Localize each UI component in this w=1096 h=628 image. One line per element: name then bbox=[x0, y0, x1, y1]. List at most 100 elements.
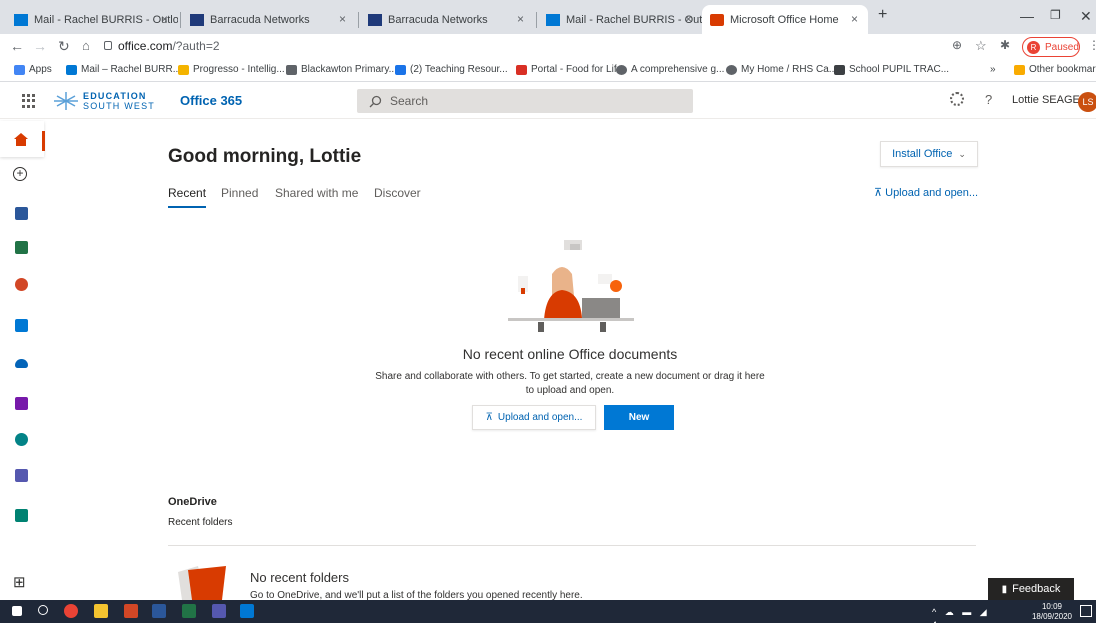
tab-label: Mail - Rachel BURRIS - Outlook bbox=[34, 13, 178, 26]
bookmark-progresso[interactable]: Progresso - Intellig... bbox=[178, 64, 285, 75]
reload-icon[interactable]: ↻ bbox=[58, 38, 70, 55]
upload-and-open-link[interactable]: ⊼ Upload and open... bbox=[874, 186, 978, 199]
bookmark-teaching-resources[interactable]: (2) Teaching Resour... bbox=[395, 64, 508, 75]
system-tray-icons[interactable]: ^ ☁ ▬ ◢ ◖ bbox=[932, 607, 992, 628]
add-extension-icon[interactable]: ⊕ bbox=[952, 38, 962, 52]
profile-avatar: R bbox=[1027, 40, 1040, 54]
user-name[interactable]: Lottie SEAGER bbox=[1012, 94, 1088, 106]
restore-icon[interactable]: ❐ bbox=[1050, 8, 1061, 22]
url-host: office.com bbox=[118, 39, 173, 53]
gear-icon[interactable] bbox=[950, 92, 964, 106]
close-icon[interactable]: × bbox=[339, 12, 346, 26]
new-tab-button[interactable]: + bbox=[878, 6, 887, 24]
powerpoint-icon[interactable] bbox=[15, 278, 28, 291]
sharepoint-icon[interactable] bbox=[15, 433, 28, 446]
browser-toolbar: ← → ↻ ⌂ office.com/?auth=2 ⊕ ☆ ✱ R Pause… bbox=[0, 34, 1096, 60]
teams-taskbar-icon[interactable] bbox=[212, 604, 226, 618]
notification-icon[interactable] bbox=[1080, 605, 1092, 617]
chrome-icon[interactable] bbox=[64, 604, 78, 618]
food-icon bbox=[516, 64, 527, 75]
bookmark-comprehensive[interactable]: A comprehensive g... bbox=[616, 64, 724, 75]
powerpoint-taskbar-icon[interactable] bbox=[124, 604, 138, 618]
lock-icon bbox=[104, 41, 112, 50]
profile-paused-button[interactable]: R Paused bbox=[1022, 37, 1080, 57]
home-icon[interactable]: ⌂ bbox=[82, 38, 90, 53]
bookmark-food-for-life[interactable]: Portal - Food for Life bbox=[516, 64, 622, 75]
tab-pinned[interactable]: Pinned bbox=[221, 186, 258, 200]
other-bookmarks[interactable]: Other bookmarks bbox=[1014, 64, 1096, 75]
file-explorer-icon[interactable] bbox=[94, 604, 108, 618]
empty-state-description: Share and collaborate with others. To ge… bbox=[375, 371, 765, 382]
extensions-icon[interactable]: ✱ bbox=[1000, 38, 1010, 52]
onenote-icon[interactable] bbox=[15, 397, 28, 410]
clock-date: 18/09/2020 bbox=[1031, 612, 1073, 621]
windows-taskbar: ^ ☁ ▬ ◢ ◖ 10:09 18/09/2020 bbox=[0, 600, 1096, 628]
menu-kebab-icon[interactable]: ⋮ bbox=[1088, 38, 1096, 52]
tab-label: Barracuda Networks bbox=[388, 13, 488, 26]
upload-and-open-button[interactable]: ⊼ Upload and open... bbox=[472, 405, 596, 430]
browser-tab-office-home[interactable]: Microsoft Office Home × bbox=[702, 5, 868, 34]
window-close-icon[interactable]: ✕ bbox=[1080, 8, 1092, 25]
upload-icon: ⊼ bbox=[874, 187, 883, 199]
excel-taskbar-icon[interactable] bbox=[182, 604, 196, 618]
progresso-icon bbox=[178, 64, 189, 75]
browser-tab-barracuda-2[interactable]: Barracuda Networks × bbox=[360, 5, 534, 34]
search-icon[interactable] bbox=[38, 605, 48, 615]
word-icon[interactable] bbox=[15, 207, 28, 220]
create-new-button[interactable]: + bbox=[13, 167, 27, 181]
globe-icon bbox=[726, 64, 737, 75]
browser-tab-outlook-1[interactable]: Mail - Rachel BURRIS - Outlook × bbox=[6, 5, 178, 34]
tab-discover[interactable]: Discover bbox=[374, 186, 421, 200]
search-input[interactable]: Search bbox=[357, 89, 693, 113]
address-bar[interactable]: office.com/?auth=2 bbox=[118, 39, 220, 53]
feedback-button[interactable]: ▮ Feedback bbox=[988, 578, 1074, 600]
bookmark-star-icon[interactable]: ☆ bbox=[975, 38, 987, 54]
tab-recent[interactable]: Recent bbox=[168, 186, 206, 200]
close-icon[interactable]: × bbox=[685, 12, 692, 26]
browser-tab-outlook-2[interactable]: Mail - Rachel BURRIS - Outlook × bbox=[538, 5, 702, 34]
taskbar-clock[interactable]: 10:09 18/09/2020 bbox=[1030, 602, 1074, 622]
snowflake-logo-icon bbox=[54, 92, 78, 110]
office-icon bbox=[710, 13, 724, 26]
teams-icon[interactable] bbox=[15, 469, 28, 482]
avatar[interactable]: LS bbox=[1078, 92, 1096, 112]
help-icon[interactable]: ? bbox=[985, 92, 992, 107]
recent-folders-heading: Recent folders bbox=[168, 517, 233, 528]
tab-shared-with-me[interactable]: Shared with me bbox=[275, 186, 358, 200]
app-title[interactable]: Office 365 bbox=[180, 93, 242, 108]
close-icon[interactable]: × bbox=[161, 12, 168, 26]
minimize-icon[interactable]: — bbox=[1020, 8, 1034, 24]
school-icon bbox=[286, 64, 297, 75]
excel-icon[interactable] bbox=[15, 241, 28, 254]
office-header: EDUCATION SOUTH WEST Office 365 Search ?… bbox=[0, 82, 1096, 119]
word-taskbar-icon[interactable] bbox=[152, 604, 166, 618]
org-logo[interactable]: EDUCATION SOUTH WEST bbox=[53, 89, 161, 113]
bookmark-blackawton[interactable]: Blackawton Primary... bbox=[286, 64, 397, 75]
new-document-button[interactable]: New bbox=[604, 405, 674, 430]
page-title: Good morning, Lottie bbox=[168, 146, 362, 167]
rail-home-button[interactable] bbox=[0, 121, 45, 157]
empty-state-description-2: to upload and open. bbox=[525, 385, 615, 396]
onedrive-section-title: OneDrive bbox=[168, 496, 217, 508]
outlook-icon bbox=[14, 13, 28, 26]
bookmark-rhs[interactable]: My Home / RHS Ca... bbox=[726, 64, 837, 75]
back-icon[interactable]: ← bbox=[10, 38, 24, 54]
folder-illustration bbox=[178, 566, 226, 600]
browser-tab-strip: Mail - Rachel BURRIS - Outlook × Barracu… bbox=[0, 0, 1096, 34]
app-launcher-icon[interactable] bbox=[22, 94, 36, 108]
install-office-button[interactable]: Install Office ⌄ bbox=[880, 141, 978, 167]
close-icon[interactable]: × bbox=[517, 12, 524, 26]
all-apps-icon[interactable]: ⊞ bbox=[13, 573, 26, 591]
close-icon[interactable]: × bbox=[851, 12, 858, 26]
forward-icon[interactable]: → bbox=[33, 38, 47, 54]
bookmark-pupil-tracker[interactable]: School PUPIL TRAC... bbox=[834, 64, 949, 75]
outlook-taskbar-icon[interactable] bbox=[240, 604, 254, 618]
windows-start-icon[interactable] bbox=[12, 606, 22, 616]
outlook-icon[interactable] bbox=[15, 319, 28, 332]
bookmark-mail[interactable]: Mail – Rachel BURR... bbox=[66, 64, 181, 75]
bookmark-apps[interactable]: Apps bbox=[14, 64, 52, 75]
sway-icon[interactable] bbox=[15, 509, 28, 522]
more-bookmarks[interactable]: » bbox=[990, 64, 996, 75]
no-folders-description: Go to OneDrive, and we'll put a list of … bbox=[250, 590, 583, 600]
browser-tab-barracuda-1[interactable]: Barracuda Networks × bbox=[182, 5, 356, 34]
